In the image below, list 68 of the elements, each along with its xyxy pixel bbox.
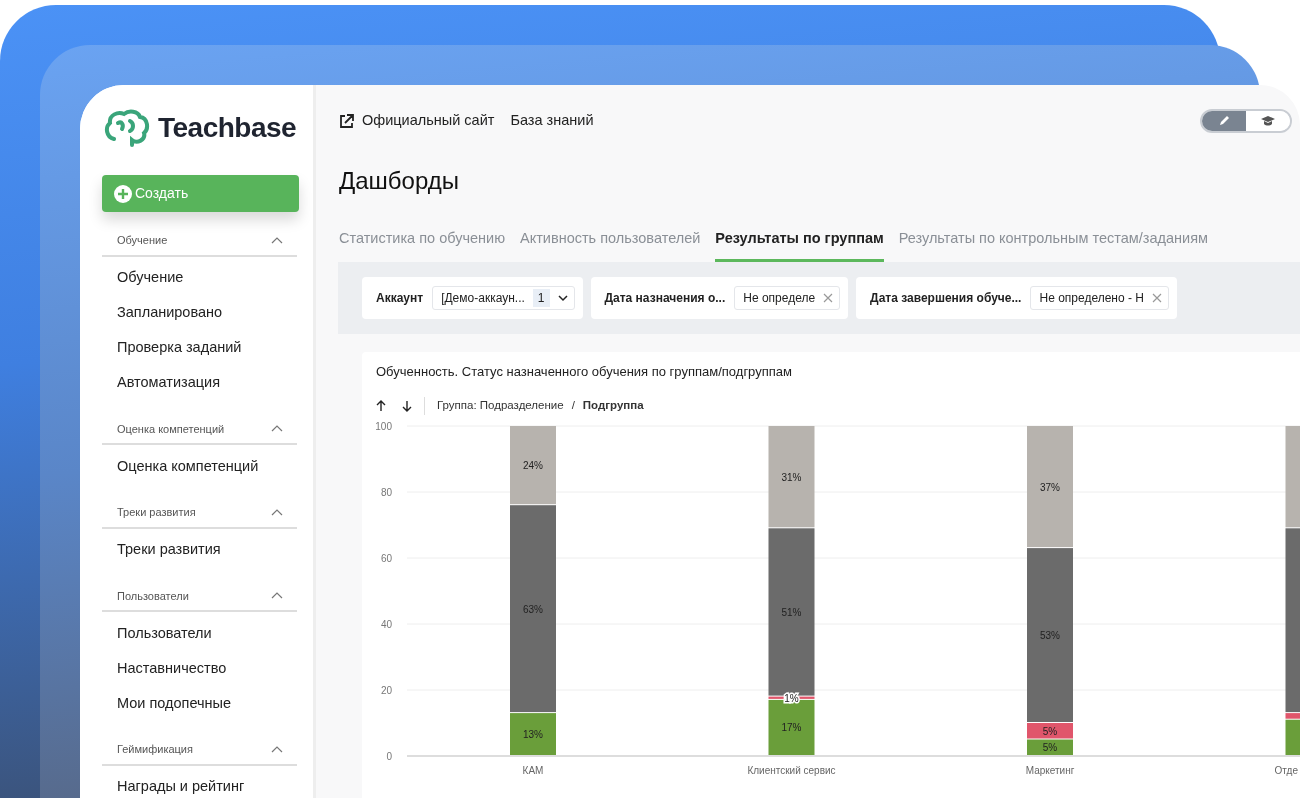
sidebar-item[interactable]: Наставничество — [102, 651, 297, 686]
graduation-cap-button[interactable] — [1246, 111, 1290, 131]
chevron-down-icon[interactable] — [557, 292, 568, 303]
filter-field[interactable]: [Демо-аккаун... 1 — [432, 285, 575, 310]
axis-category-label: КАМ — [522, 765, 544, 777]
chart-title: Обученность. Статус назначенного обучения по группам/подгруппам — [375, 362, 793, 381]
brain-icon — [104, 109, 150, 147]
axis-tick-label: 0 — [386, 751, 392, 763]
axis-tick-label: 100 — [375, 421, 392, 433]
external-link-icon[interactable] — [339, 113, 354, 129]
sidebar-item[interactable]: Запланировано — [102, 295, 297, 331]
data-label: 53% — [1040, 630, 1060, 642]
filter-label: Дата назначения о... — [604, 289, 726, 307]
sidebar-item[interactable]: Автоматизация — [102, 365, 297, 401]
clear-icon[interactable] — [823, 292, 834, 303]
axis-category-label: Отде — [1274, 765, 1298, 777]
section-title: Пользователи — [117, 588, 189, 604]
section-title: Обучение — [117, 233, 168, 248]
page-title: Дашборды — [338, 166, 460, 196]
clear-icon[interactable] — [1152, 292, 1162, 303]
bar-segment — [1027, 739, 1073, 756]
brand-logo: Teachbase — [158, 111, 297, 145]
pencil-button[interactable] — [1202, 111, 1246, 131]
breadcrumb-link[interactable]: Группа: Подразделение — [437, 397, 564, 415]
plus-icon — [114, 184, 132, 203]
breadcrumb-link[interactable]: Подгруппа — [582, 397, 644, 415]
data-label: 31% — [781, 471, 802, 483]
chevron-icon[interactable] — [271, 592, 283, 600]
data-label: 13% — [523, 729, 543, 741]
filter-field[interactable]: Не определено - Н — [1030, 285, 1169, 310]
data-label: 24% — [523, 460, 543, 472]
data-label: 51% — [781, 607, 802, 618]
section-title: Геймификация — [117, 742, 193, 757]
data-label: 37% — [1040, 481, 1060, 493]
sidebar-item[interactable]: Мои подопечные — [102, 686, 297, 721]
separator: / — [571, 398, 575, 414]
section-title: Треки развития — [117, 505, 196, 520]
section-title: Оценка компетенций — [117, 421, 225, 437]
filter-label: Аккаунт — [376, 289, 424, 307]
sidebar-item[interactable]: Пользователи — [102, 616, 297, 651]
top-link[interactable]: База знаний — [510, 110, 594, 132]
chevron-icon[interactable] — [271, 425, 283, 433]
axis-tick-label: 80 — [380, 487, 392, 499]
axis-tick-label: 60 — [380, 553, 392, 565]
axis-category-label: Клиентский сервис — [747, 765, 836, 777]
pencil-icon — [1218, 115, 1230, 127]
chevron-icon[interactable] — [271, 745, 283, 753]
sort-up-icon[interactable] — [376, 400, 386, 413]
filter-label: Дата завершения обуче... — [870, 289, 1022, 307]
data-label: 17% — [781, 722, 802, 734]
chevron-icon[interactable] — [271, 508, 283, 516]
graduation-cap-icon — [1260, 115, 1276, 127]
axis-category-label: Маркетинг — [1025, 765, 1075, 777]
count-badge: 1 — [532, 288, 550, 307]
sidebar-item[interactable]: Треки развития — [102, 532, 297, 568]
chevron-icon[interactable] — [271, 236, 283, 244]
sidebar-item[interactable]: Оценка компетенций — [102, 449, 297, 484]
sidebar-item[interactable]: Награды и рейтинг — [102, 769, 297, 798]
sidebar-item[interactable]: Обучение — [102, 260, 297, 296]
filter-field[interactable]: Не определе — [734, 285, 841, 310]
axis-tick-label: 40 — [380, 619, 392, 631]
axis-tick-label: 20 — [380, 685, 392, 697]
top-link[interactable]: Официальный сайт — [362, 110, 495, 132]
sort-down-icon[interactable] — [402, 400, 412, 413]
data-label: 5% — [1042, 725, 1058, 737]
sidebar-item[interactable]: Проверка заданий — [102, 330, 297, 366]
data-label: 5% — [1042, 742, 1058, 754]
data-label: 63% — [523, 603, 543, 615]
